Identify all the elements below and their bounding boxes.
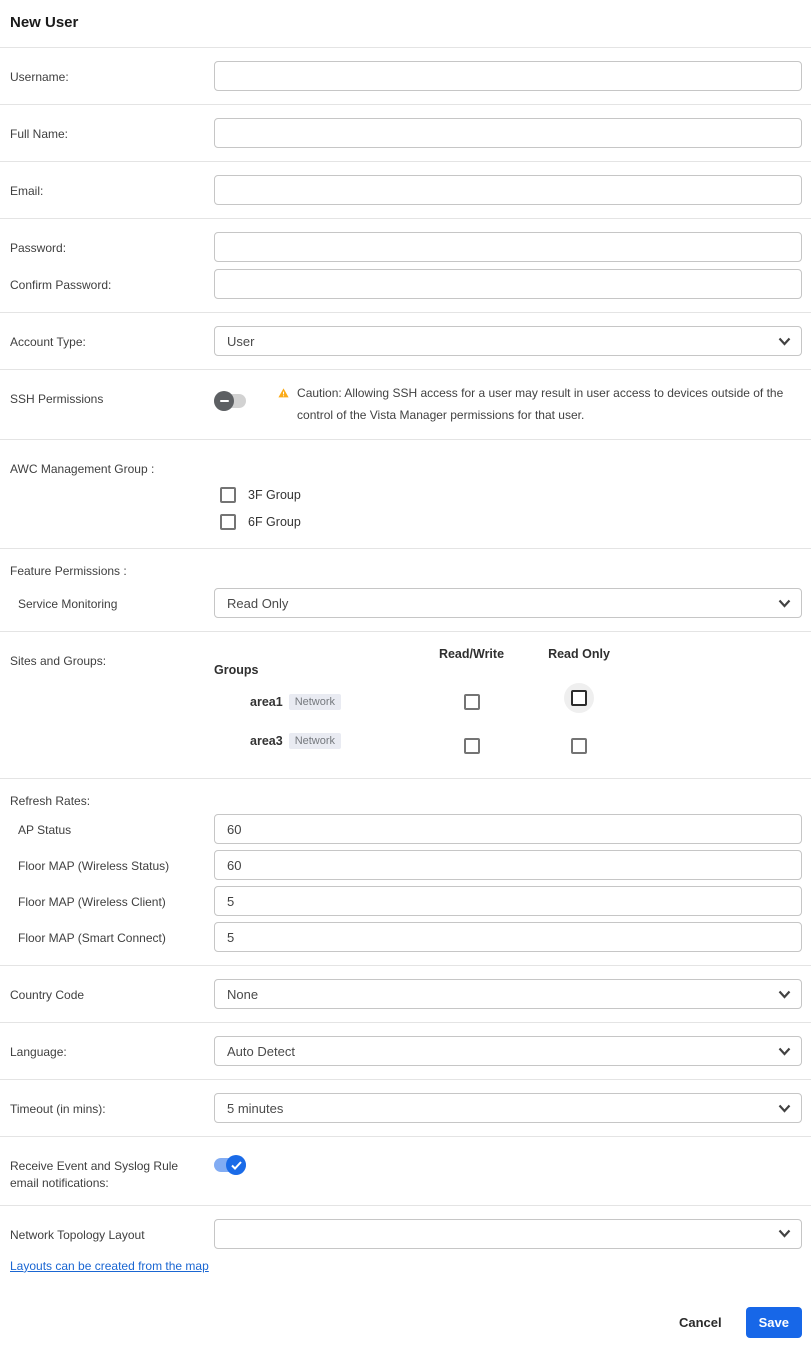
6f-group-checkbox[interactable]: [220, 514, 236, 531]
awc-management-group-label: AWC Management Group :: [10, 462, 155, 477]
floor-map-smart-connect-input[interactable]: [214, 922, 802, 953]
check-icon: [230, 1161, 242, 1170]
email-notifications-label: Receive Event and Syslog Rule email noti…: [10, 1159, 179, 1190]
layouts-map-link[interactable]: Layouts can be created from the map: [10, 1259, 209, 1273]
timeout-label: Timeout (in mins):: [10, 1102, 106, 1117]
account-type-select[interactable]: User: [214, 326, 802, 356]
email-input[interactable]: [214, 175, 802, 205]
ap-status-input[interactable]: [214, 814, 802, 845]
language-value: Auto Detect: [227, 1043, 295, 1059]
area3-read-only-checkbox[interactable]: [571, 738, 587, 755]
site-row-area3: area3 Network: [214, 731, 414, 751]
3f-group-label: 3F Group: [248, 488, 301, 503]
username-row: Username:: [0, 48, 811, 105]
ssh-permissions-label: SSH Permissions: [10, 392, 104, 406]
password-input[interactable]: [214, 232, 802, 262]
floor-map-wireless-status-input[interactable]: [214, 850, 802, 881]
refresh-rates-section: Refresh Rates: AP Status Floor MAP (Wire…: [0, 779, 811, 967]
network-badge: Network: [288, 694, 342, 711]
chevron-down-icon: [778, 1230, 791, 1238]
chevron-down-icon: [778, 1047, 791, 1056]
feature-permissions-section: Feature Permissions : Service Monitoring…: [0, 549, 811, 633]
country-code-select[interactable]: None: [214, 979, 802, 1010]
service-monitoring-select[interactable]: Read Only: [214, 588, 802, 619]
new-user-form: New User Username: Full Name: Email: Pas…: [0, 0, 811, 1354]
ap-status-label: AP Status: [18, 823, 72, 838]
site-row-area1: area1 Network: [214, 692, 414, 712]
floor-map-smart-connect-label: Floor MAP (Smart Connect): [18, 931, 166, 946]
timeout-select[interactable]: 5 minutes: [214, 1093, 802, 1124]
service-monitoring-label: Service Monitoring: [18, 597, 118, 612]
password-label: Password:: [10, 241, 67, 255]
email-row: Email:: [0, 162, 811, 219]
email-notifications-toggle[interactable]: [214, 1155, 246, 1176]
full-name-label: Full Name:: [10, 127, 69, 141]
ssh-warning: Caution: Allowing SSH access for a user …: [278, 383, 802, 426]
account-type-value: User: [227, 333, 255, 349]
site-name: area3: [250, 734, 283, 749]
email-label: Email:: [10, 184, 44, 198]
network-badge: Network: [288, 733, 342, 750]
full-name-input[interactable]: [214, 118, 802, 148]
read-only-column-header: Read Only: [548, 647, 610, 662]
username-input[interactable]: [214, 61, 802, 91]
awc-option-row: 6F Group: [214, 514, 802, 531]
email-notifications-row: Receive Event and Syslog Rule email noti…: [0, 1137, 811, 1206]
area1-read-only-checkbox[interactable]: [571, 690, 587, 707]
language-label: Language:: [10, 1045, 67, 1060]
chevron-down-icon: [778, 1104, 791, 1113]
chevron-down-icon: [778, 337, 791, 346]
ssh-permissions-row: SSH Permissions Caution: Allowing SSH ac…: [0, 370, 811, 441]
save-button[interactable]: Save: [745, 1306, 802, 1338]
country-code-label: Country Code: [10, 988, 85, 1003]
3f-group-checkbox[interactable]: [220, 487, 236, 504]
awc-management-group-row: AWC Management Group : 3F Group 6F Group: [0, 440, 811, 550]
country-code-value: None: [227, 986, 259, 1002]
warning-icon: [278, 388, 289, 398]
chevron-down-icon: [778, 599, 791, 608]
country-code-row: Country Code None: [0, 966, 811, 1024]
account-type-label: Account Type:: [10, 335, 86, 349]
ssh-warning-text: Caution: Allowing SSH access for a user …: [297, 386, 784, 422]
confirm-password-input[interactable]: [214, 269, 802, 299]
language-select[interactable]: Auto Detect: [214, 1036, 802, 1067]
awc-option-row: 3F Group: [214, 487, 802, 504]
timeout-value: 5 minutes: [227, 1100, 284, 1116]
minus-icon: [219, 400, 229, 402]
floor-map-wireless-client-input[interactable]: [214, 886, 802, 917]
page-title: New User: [0, 0, 811, 48]
confirm-password-label: Confirm Password:: [10, 278, 112, 292]
network-topology-section: Network Topology Layout Layouts can be c…: [0, 1206, 811, 1288]
language-row: Language: Auto Detect: [0, 1023, 811, 1081]
service-monitoring-value: Read Only: [227, 595, 289, 611]
sites-and-groups-section: Sites and Groups: Groups Read/Write Read…: [0, 632, 811, 780]
area1-read-write-checkbox[interactable]: [463, 694, 480, 711]
account-type-row: Account Type: User: [0, 313, 811, 370]
refresh-rates-label: Refresh Rates:: [10, 794, 91, 809]
feature-permissions-label: Feature Permissions :: [10, 564, 127, 579]
password-section: Password: Confirm Password:: [0, 219, 811, 313]
area3-read-write-checkbox[interactable]: [463, 738, 480, 755]
floor-map-wireless-client-label: Floor MAP (Wireless Client): [18, 895, 166, 910]
sites-and-groups-label: Sites and Groups:: [10, 654, 107, 669]
read-write-column-header: Read/Write: [438, 647, 505, 662]
groups-column-header: Groups: [214, 663, 259, 678]
floor-map-wireless-status-label: Floor MAP (Wireless Status): [18, 859, 170, 874]
full-name-row: Full Name:: [0, 105, 811, 162]
network-topology-select[interactable]: [214, 1218, 802, 1249]
ssh-permissions-toggle[interactable]: [214, 391, 246, 411]
toggle-knob: [226, 1155, 246, 1176]
site-name: area1: [250, 695, 283, 710]
6f-group-label: 6F Group: [248, 515, 301, 530]
network-topology-label: Network Topology Layout: [10, 1227, 145, 1242]
chevron-down-icon: [778, 990, 791, 999]
timeout-row: Timeout (in mins): 5 minutes: [0, 1080, 811, 1138]
checkbox-focus-halo: [564, 683, 594, 714]
toggle-knob: [214, 391, 234, 411]
form-footer: Cancel Save: [0, 1288, 811, 1354]
username-label: Username:: [10, 70, 69, 84]
cancel-button[interactable]: Cancel: [679, 1315, 722, 1330]
